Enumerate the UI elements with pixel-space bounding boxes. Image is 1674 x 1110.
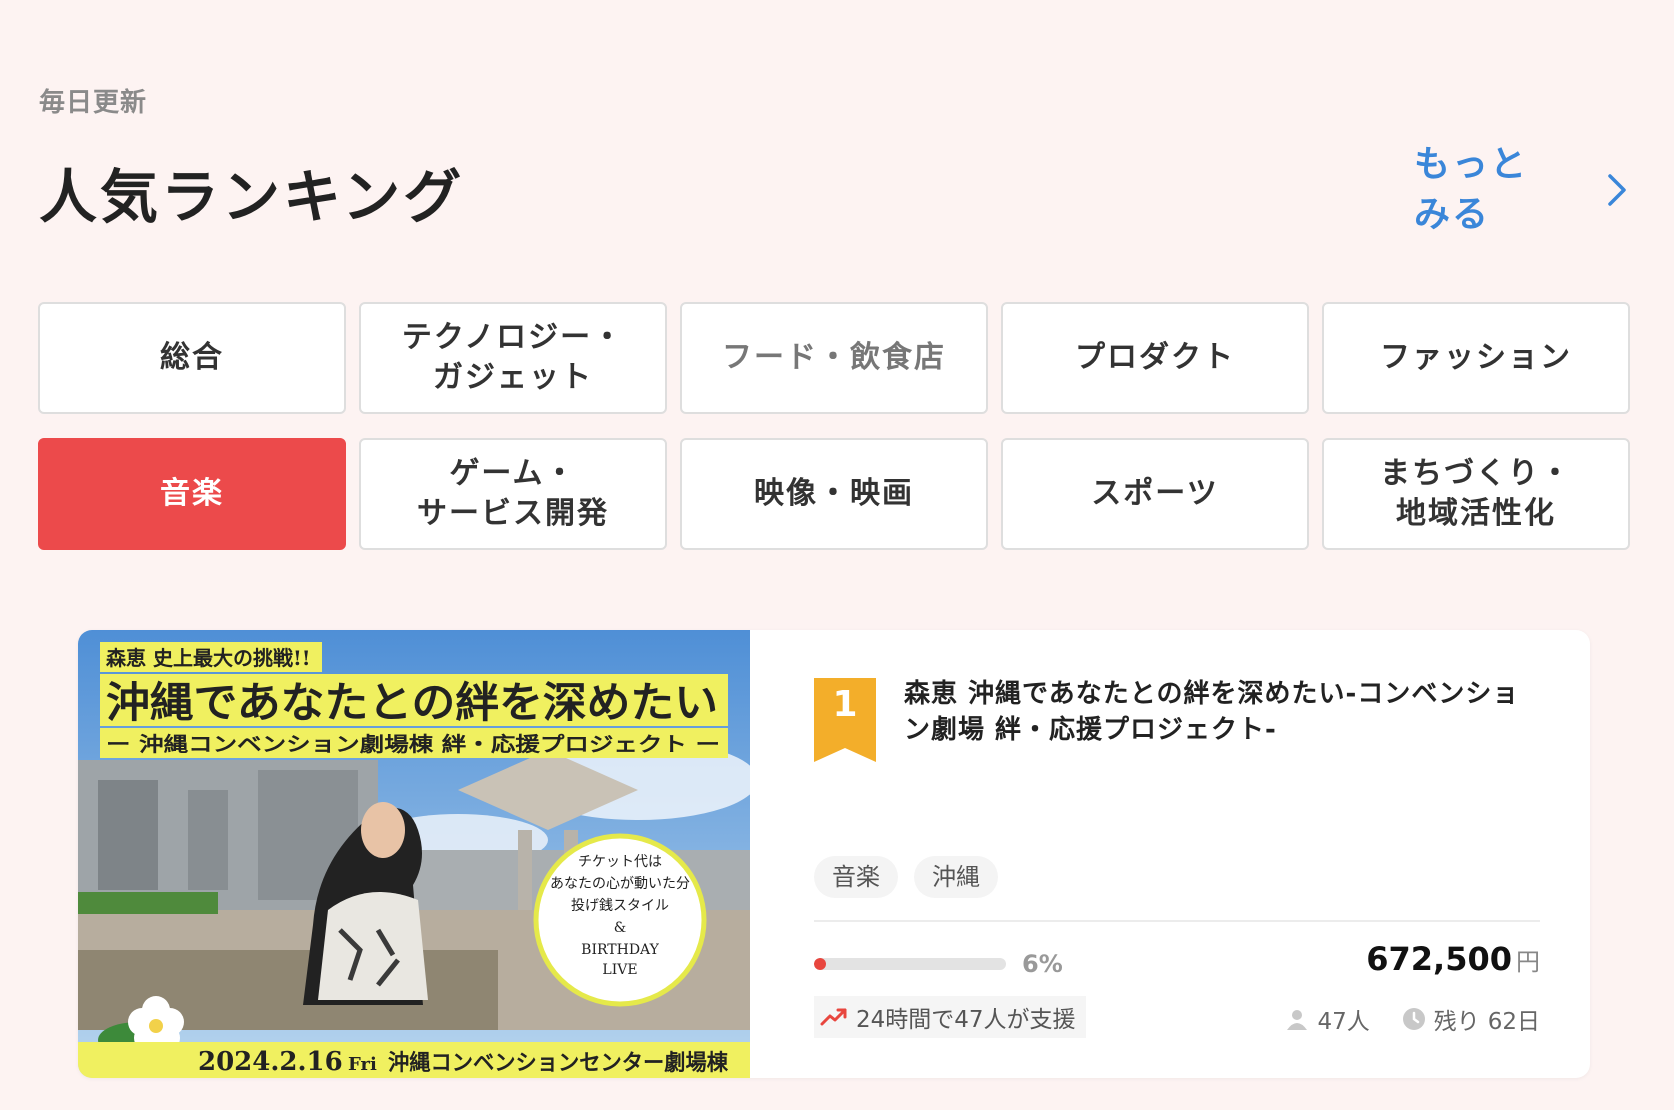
category-grid: 総合 テクノロジー・ ガジェット フード・飲食店 プロダクト ファッション 音楽… <box>38 302 1632 550</box>
update-subtitle: 毎日更新 <box>39 88 148 118</box>
image-venue: 沖縄コンベンションセンター劇場棟 <box>388 1050 729 1076</box>
circle-line5: BIRTHDAY <box>581 942 659 958</box>
funding-percent: 6% <box>1022 950 1063 978</box>
funding-progress-fill <box>814 958 826 970</box>
circle-line3: 投げ銭スタイル <box>571 898 669 914</box>
image-day: Fri <box>348 1054 377 1075</box>
image-date: 2024.2.16 <box>198 1047 343 1077</box>
image-headline: 沖縄であなたとの絆を深めたい <box>106 678 718 727</box>
project-tags: 音楽 沖縄 <box>814 856 998 898</box>
project-info: 1 森恵 沖縄であなたとの絆を深めたい-コンベンション劇場 絆・応援プロジェクト… <box>814 630 1540 1078</box>
remaining-prefix: 残り <box>1433 1009 1480 1035</box>
trend-text: 24時間で47人が支援 <box>856 1007 1076 1033</box>
circle-line2: あなたの心が動いた分 <box>550 876 690 892</box>
funding-progress-bar <box>814 958 1006 970</box>
see-more-link[interactable]: もっとみる <box>1414 140 1634 240</box>
tag-chip[interactable]: 音楽 <box>814 856 898 898</box>
image-subline: ー 沖縄コンベンション劇場棟 絆・応援プロジェクト ー <box>106 732 720 756</box>
circle-line4: & <box>614 920 626 936</box>
image-tagline: 森恵 史上最大の挑戦!! <box>106 646 311 670</box>
chevron-right-icon <box>1608 174 1626 206</box>
project-card[interactable]: チケット代は あなたの心が動いた分 投げ銭スタイル & BIRTHDAY LIV… <box>78 630 1590 1078</box>
trending-up-icon <box>820 1008 847 1026</box>
project-stats: 47人 残り 62日 <box>1285 1002 1540 1036</box>
category-tab-music[interactable]: 音楽 <box>38 438 346 550</box>
amount-currency: 円 <box>1516 948 1540 976</box>
category-tab-community[interactable]: まちづくり・ 地域活性化 <box>1322 438 1630 550</box>
circle-line1: チケット代は <box>578 854 662 870</box>
project-title[interactable]: 森恵 沖縄であなたとの絆を深めたい-コンベンション劇場 絆・応援プロジェクト- <box>904 676 1530 748</box>
supporter-count: 47人 <box>1317 1009 1370 1035</box>
category-tab-fashion[interactable]: ファッション <box>1322 302 1630 414</box>
category-tab-sports[interactable]: スポーツ <box>1001 438 1309 550</box>
category-tab-product[interactable]: プロダクト <box>1001 302 1309 414</box>
circle-line6: LIVE <box>602 962 637 978</box>
person-icon <box>1287 1010 1308 1030</box>
remaining-days: 62日 <box>1487 1009 1540 1035</box>
category-tab-film[interactable]: 映像・映画 <box>680 438 988 550</box>
page-title: 人気ランキング <box>39 163 465 231</box>
category-tab-game[interactable]: ゲーム・ サービス開発 <box>359 438 667 550</box>
category-tab-all[interactable]: 総合 <box>38 302 346 414</box>
ranking-header: 毎日更新 人気ランキング もっとみる <box>39 82 1634 242</box>
funding-amount: 672,500 円 <box>1366 940 1540 978</box>
rank-number: 1 <box>832 684 858 725</box>
clock-icon <box>1402 1008 1425 1030</box>
project-thumbnail[interactable]: チケット代は あなたの心が動いた分 投げ銭スタイル & BIRTHDAY LIV… <box>78 630 750 1078</box>
category-tab-technology[interactable]: テクノロジー・ ガジェット <box>359 302 667 414</box>
divider <box>814 920 1540 922</box>
category-tab-food[interactable]: フード・飲食店 <box>680 302 988 414</box>
amount-value: 672,500 <box>1366 940 1512 978</box>
trend-badge: 24時間で47人が支援 <box>814 996 1086 1038</box>
tag-chip[interactable]: 沖縄 <box>914 856 998 898</box>
see-more-label: もっとみる <box>1414 144 1529 235</box>
